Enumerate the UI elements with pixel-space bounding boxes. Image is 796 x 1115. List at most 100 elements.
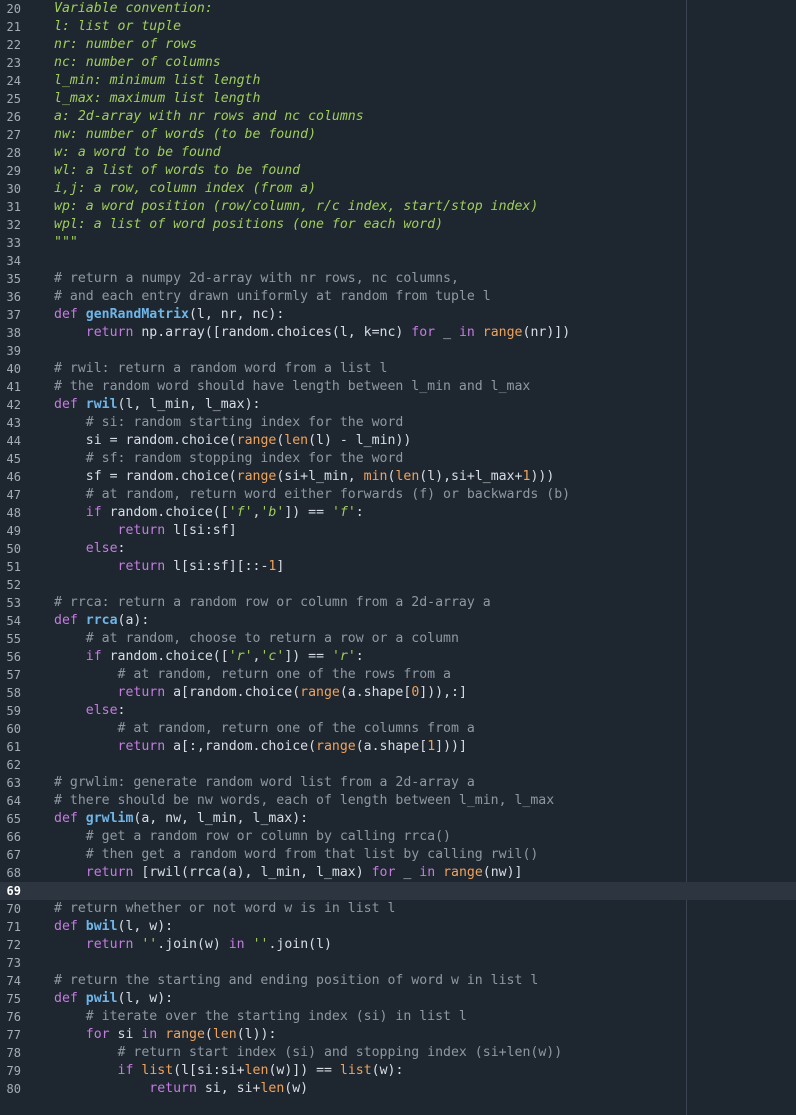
code-line[interactable]: 68 return [rwil(rrca(a), l_min, l_max) f…	[0, 864, 796, 882]
code-line[interactable]: 35 # return a numpy 2d-array with nr rows…	[0, 270, 796, 288]
code-line[interactable]: 21 l: list or tuple	[0, 18, 796, 36]
code-line[interactable]: 55 # at random, choose to return a row o…	[0, 630, 796, 648]
code-line[interactable]: 65 def grwlim(a, nw, l_min, l_max):	[0, 810, 796, 828]
comment-text: # get a random row or column by calling …	[85, 829, 451, 844]
code-line[interactable]: 26 a: 2d-array with nr rows and nc column…	[0, 108, 796, 126]
code-line[interactable]: 39	[0, 342, 796, 360]
code-line[interactable]: 71 def bwil(l, w):	[0, 918, 796, 936]
code-line[interactable]: 61 return a[:,random.choice(range(a.shap…	[0, 738, 796, 756]
code-line[interactable]: 74 # return the starting and ending posit…	[0, 972, 796, 990]
code-token: (l, w):	[117, 991, 174, 1006]
code-line[interactable]: 50 else:	[0, 540, 796, 558]
code-line[interactable]: 72 return ''.join(w) in ''.join(l)	[0, 936, 796, 954]
code-line[interactable]: 31 wp: a word position (row/column, r/c i…	[0, 198, 796, 216]
line-text: # there should be nw words, each of leng…	[54, 792, 554, 810]
keyword-token: in	[228, 937, 245, 952]
code-line[interactable]: 77 for si in range(len(l)):	[0, 1026, 796, 1044]
code-line[interactable]: 58 return a[random.choice(range(a.shape[…	[0, 684, 796, 702]
code-line[interactable]: 32 wpl: a list of word positions (one for…	[0, 216, 796, 234]
code-line[interactable]: 28 w: a word to be found	[0, 144, 796, 162]
code-line[interactable]: 79 if list(l[si:si+len(w)]) == list(w):	[0, 1062, 796, 1080]
line-text: # return start index (si) and stopping i…	[54, 1044, 563, 1062]
code-line[interactable]: 78 # return start index (si) and stoppin…	[0, 1044, 796, 1062]
code-line[interactable]: 43 # si: random starting index for the w…	[0, 414, 796, 432]
current-code-line[interactable]: 69	[0, 882, 796, 900]
code-line[interactable]: 70 # return whether or not word w is in l…	[0, 900, 796, 918]
code-line[interactable]: 49 return l[si:sf]	[0, 522, 796, 540]
code-line[interactable]: 25 l_max: maximum list length	[0, 90, 796, 108]
comment-text: # si: random starting index for the word	[85, 415, 404, 430]
line-text: """	[54, 234, 78, 252]
line-number: 74	[6, 974, 21, 988]
code-line[interactable]: 64 # there should be nw words, each of le…	[0, 792, 796, 810]
code-token: (	[204, 1027, 213, 1042]
code-line[interactable]: 36 # and each entry drawn uniformly at ra…	[0, 288, 796, 306]
code-line[interactable]: 73	[0, 954, 796, 972]
code-line[interactable]: 76 # iterate over the starting index (si…	[0, 1008, 796, 1026]
code-line[interactable]: 20 Variable convention:	[0, 0, 796, 18]
code-line[interactable]: 75 def pwil(l, w):	[0, 990, 796, 1008]
line-text: def rrca(a):	[54, 612, 149, 630]
string-token: 'b'	[260, 505, 285, 520]
code-line[interactable]: 37 def genRandMatrix(l, nr, nc):	[0, 306, 796, 324]
code-line[interactable]: 52	[0, 576, 796, 594]
line-number: 63	[6, 776, 21, 790]
keyword-token: else	[85, 703, 118, 718]
code-line[interactable]: 24 l_min: minimum list length	[0, 72, 796, 90]
code-line[interactable]: 34	[0, 252, 796, 270]
code-line[interactable]: 30 i,j: a row, column index (from a)	[0, 180, 796, 198]
code-line[interactable]: 80 return si, si+len(w)	[0, 1080, 796, 1098]
code-line[interactable]: 67 # then get a random word from that li…	[0, 846, 796, 864]
code-line[interactable]: 57 # at random, return one of the rows f…	[0, 666, 796, 684]
code-line[interactable]: 29 wl: a list of words to be found	[0, 162, 796, 180]
code-line[interactable]: 33 """	[0, 234, 796, 252]
code-line[interactable]: 42 def rwil(l, l_min, l_max):	[0, 396, 796, 414]
comment-text: # iterate over the starting index (si) i…	[85, 1009, 467, 1024]
line-text: def genRandMatrix(l, nr, nc):	[54, 306, 284, 324]
builtin-token: range	[165, 1027, 205, 1042]
code-line[interactable]: 66 # get a random row or column by calli…	[0, 828, 796, 846]
line-number: 23	[6, 56, 21, 70]
code-line[interactable]: 41 # the random word should have length b…	[0, 378, 796, 396]
line-number: 57	[6, 668, 21, 682]
line-number: 41	[6, 380, 21, 394]
code-line[interactable]: 48 if random.choice(['f','b']) == 'f':	[0, 504, 796, 522]
code-token: :	[117, 703, 126, 718]
code-line[interactable]: 38 return np.array([random.choices(l, k=…	[0, 324, 796, 342]
code-area[interactable]: 20 Variable convention: 21 l: list or tuple…	[0, 0, 796, 1098]
code-token: )))	[530, 469, 555, 484]
code-line[interactable]: 54 def rrca(a):	[0, 612, 796, 630]
code-token: (l)):	[236, 1027, 277, 1042]
line-number: 67	[6, 848, 21, 862]
code-line[interactable]: 56 if random.choice(['r','c']) == 'r':	[0, 648, 796, 666]
code-line[interactable]: 45 # sf: random stopping index for the w…	[0, 450, 796, 468]
line-text: nr: number of rows	[54, 36, 197, 54]
line-text: if random.choice(['r','c']) == 'r':	[54, 648, 364, 666]
code-line[interactable]: 46 sf = random.choice(range(si+l_min, mi…	[0, 468, 796, 486]
code-line[interactable]: 63 # grwlim: generate random word list fr…	[0, 774, 796, 792]
function-name-token: rwil	[85, 397, 118, 412]
keyword-token: in	[141, 1027, 158, 1042]
code-line[interactable]: 23 nc: number of columns	[0, 54, 796, 72]
code-line[interactable]: 47 # at random, return word either forwa…	[0, 486, 796, 504]
line-text: if random.choice(['f','b']) == 'f':	[54, 504, 364, 522]
code-line[interactable]: 27 nw: number of words (to be found)	[0, 126, 796, 144]
code-line[interactable]: 53 # rrca: return a random row or column …	[0, 594, 796, 612]
code-line[interactable]: 40 # rwil: return a random word from a li…	[0, 360, 796, 378]
code-line[interactable]: 60 # at random, return one of the column…	[0, 720, 796, 738]
code-line[interactable]: 62	[0, 756, 796, 774]
line-text: return ''.join(w) in ''.join(l)	[54, 936, 332, 954]
code-editor[interactable]: 20 Variable convention: 21 l: list or tuple…	[0, 0, 796, 1115]
code-line[interactable]: 51 return l[si:sf][::-1]	[0, 558, 796, 576]
builtin-token: len	[284, 433, 309, 448]
code-line[interactable]: 44 si = random.choice(range(len(l) - l_m…	[0, 432, 796, 450]
code-line[interactable]: 59 else:	[0, 702, 796, 720]
comment-text: # and each entry drawn uniformly at rand…	[54, 289, 491, 304]
code-line[interactable]: 22 nr: number of rows	[0, 36, 796, 54]
